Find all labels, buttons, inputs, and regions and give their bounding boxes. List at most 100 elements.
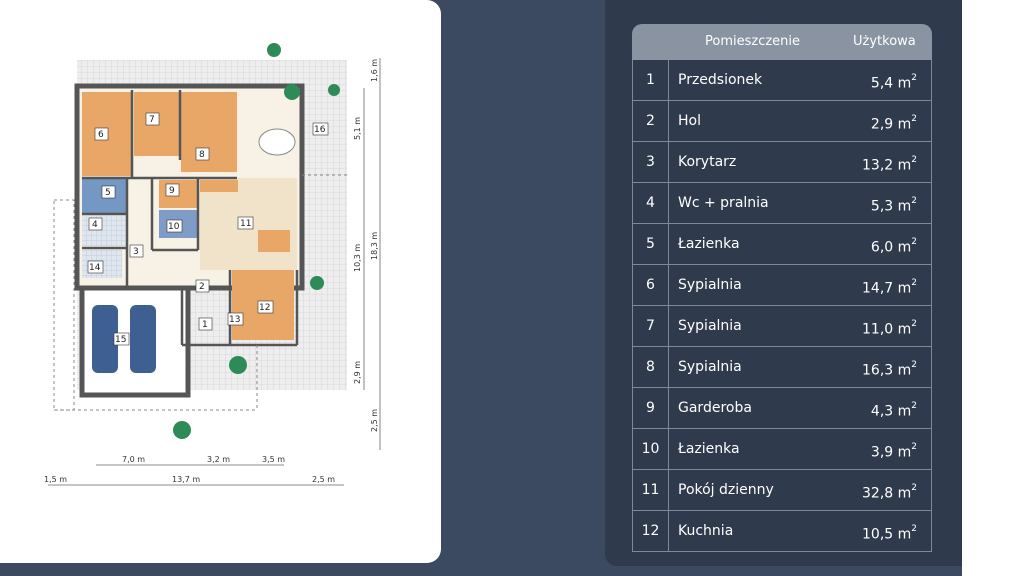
label-room-2: 2 bbox=[199, 282, 205, 292]
row-area-value: 16,3 m bbox=[862, 362, 912, 379]
row-number: 11 bbox=[633, 470, 669, 510]
label-room-10: 10 bbox=[168, 222, 180, 232]
right-white-margin bbox=[962, 0, 1024, 576]
row-number: 12 bbox=[633, 511, 669, 551]
row-number: 7 bbox=[633, 306, 669, 346]
row-number: 3 bbox=[633, 142, 669, 182]
row-area-value: 5,4 m bbox=[870, 75, 912, 92]
table-row: 6 Sypialnia 14,7 m2 bbox=[632, 265, 932, 306]
label-room-5: 5 bbox=[105, 188, 111, 198]
header-room: Pomieszczenie bbox=[705, 34, 801, 49]
label-room-14: 14 bbox=[89, 263, 101, 273]
label-room-12: 12 bbox=[259, 303, 270, 313]
dim-2-5-right: 2,5 m bbox=[370, 409, 379, 432]
row-area-value: 3,9 m bbox=[870, 444, 912, 461]
label-room-7: 7 bbox=[149, 115, 155, 125]
label-room-8: 8 bbox=[199, 150, 205, 160]
room-area-table: Pomieszczenie Użytkowa 1 Przedsionek 5,4 m… bbox=[632, 24, 932, 576]
row-number: 4 bbox=[633, 183, 669, 223]
row-number: 1 bbox=[633, 60, 669, 100]
row-area-unit-sup: 2 bbox=[911, 442, 917, 452]
row-area: 5,4 m2 bbox=[871, 60, 917, 104]
row-area-unit-sup: 2 bbox=[911, 278, 917, 288]
row-room-name: Korytarz bbox=[678, 154, 737, 170]
row-area: 2,9 m2 bbox=[871, 101, 917, 145]
row-number: 2 bbox=[633, 101, 669, 141]
dim-5-1: 5,1 m bbox=[353, 117, 362, 140]
dim-2-9: 2,9 m bbox=[353, 361, 362, 384]
table-row: 5 Łazienka 6,0 m2 bbox=[632, 224, 932, 265]
row-area-value: 2,9 m bbox=[870, 116, 912, 133]
label-room-1: 1 bbox=[202, 320, 208, 330]
row-number: 5 bbox=[633, 224, 669, 264]
row-area-value: 11,0 m bbox=[862, 321, 912, 338]
row-area-value: 4,3 m bbox=[870, 403, 912, 420]
dim-3-2: 3,2 m bbox=[207, 455, 230, 464]
row-area-unit-sup: 2 bbox=[911, 73, 917, 83]
row-area-unit-sup: 2 bbox=[911, 319, 917, 329]
row-area-value: 10,5 m bbox=[862, 526, 912, 543]
table-row: 3 Korytarz 13,2 m2 bbox=[632, 142, 932, 183]
row-area-value: 14,7 m bbox=[862, 280, 912, 297]
right-dimension-labels: 1,6 m 5,1 m 10,3 m 18,3 m 2,9 m 2,5 m bbox=[353, 59, 379, 432]
table-row: 7 Sypialnia 11,0 m2 bbox=[632, 306, 932, 347]
label-room-16: 16 bbox=[314, 125, 326, 135]
row-room-name: Sypialnia bbox=[678, 359, 742, 375]
label-room-4: 4 bbox=[92, 220, 98, 230]
row-area: 5,3 m2 bbox=[871, 183, 917, 227]
bottom-dimension-labels: 7,0 m 3,2 m 3,5 m 1,5 m 13,7 m 2,5 m bbox=[44, 455, 335, 484]
row-area-unit-sup: 2 bbox=[911, 114, 917, 124]
dim-7-0: 7,0 m bbox=[122, 455, 145, 464]
dim-1-5: 1,5 m bbox=[44, 475, 67, 484]
row-area-value: 13,2 m bbox=[862, 157, 912, 174]
dim-1-6: 1,6 m bbox=[370, 59, 379, 82]
row-room-name: Łazienka bbox=[678, 236, 740, 252]
row-area: 14,7 m2 bbox=[862, 265, 917, 309]
label-room-9: 9 bbox=[169, 186, 175, 196]
car-right bbox=[130, 305, 156, 373]
row-number: 10 bbox=[633, 429, 669, 469]
row-room-name: Sypialnia bbox=[678, 277, 742, 293]
row-room-name: Kuchnia bbox=[678, 523, 734, 539]
label-room-15: 15 bbox=[115, 335, 126, 345]
floor-plan-card: 6 7 8 5 4 3 14 9 10 11 2 12 13 1 15 16 7… bbox=[0, 0, 441, 563]
row-number: 6 bbox=[633, 265, 669, 305]
table-row: 4 Wc + pralnia 5,3 m2 bbox=[632, 183, 932, 224]
table-header: Pomieszczenie Użytkowa bbox=[632, 24, 932, 60]
table-row: 10 Łazienka 3,9 m2 bbox=[632, 429, 932, 470]
row-room-name: Garderoba bbox=[678, 400, 752, 416]
row-number: 9 bbox=[633, 388, 669, 428]
row-area: 16,3 m2 bbox=[862, 347, 917, 391]
row-area: 13,2 m2 bbox=[862, 142, 917, 186]
row-room-name: Przedsionek bbox=[678, 72, 763, 88]
row-room-name: Wc + pralnia bbox=[678, 195, 769, 211]
label-room-3: 3 bbox=[133, 247, 139, 257]
table-row: 8 Sypialnia 16,3 m2 bbox=[632, 347, 932, 388]
dim-18-3: 18,3 m bbox=[370, 232, 379, 260]
label-room-11: 11 bbox=[240, 219, 251, 229]
table-row: 1 Przedsionek 5,4 m2 bbox=[632, 60, 932, 101]
row-area: 4,3 m2 bbox=[871, 388, 917, 432]
row-room-name: Pokój dzienny bbox=[678, 482, 774, 498]
label-room-6: 6 bbox=[98, 130, 104, 140]
row-room-name: Sypialnia bbox=[678, 318, 742, 334]
row-room-name: Łazienka bbox=[678, 441, 740, 457]
floor-plan-drawing: 6 7 8 5 4 3 14 9 10 11 2 12 13 1 15 16 7… bbox=[44, 43, 381, 486]
row-area-unit-sup: 2 bbox=[911, 196, 917, 206]
row-area: 3,9 m2 bbox=[871, 429, 917, 473]
row-area-unit-sup: 2 bbox=[911, 155, 917, 165]
row-number: 8 bbox=[633, 347, 669, 387]
dim-10-3: 10,3 m bbox=[353, 244, 362, 272]
table-row: 9 Garderoba 4,3 m2 bbox=[632, 388, 932, 429]
dim-3-5: 3,5 m bbox=[262, 455, 285, 464]
row-area: 11,0 m2 bbox=[862, 306, 917, 350]
row-area-unit-sup: 2 bbox=[911, 360, 917, 370]
kitchen-counter bbox=[200, 180, 238, 192]
row-area: 10,5 m2 bbox=[862, 511, 917, 555]
dim-2-5: 2,5 m bbox=[312, 475, 335, 484]
row-area-unit-sup: 2 bbox=[911, 237, 917, 247]
terrace-table bbox=[258, 128, 296, 156]
table-row: 2 Hol 2,9 m2 bbox=[632, 101, 932, 142]
row-area-value: 6,0 m bbox=[870, 239, 912, 256]
table-row: 11 Pokój dzienny 32,8 m2 bbox=[632, 470, 932, 511]
